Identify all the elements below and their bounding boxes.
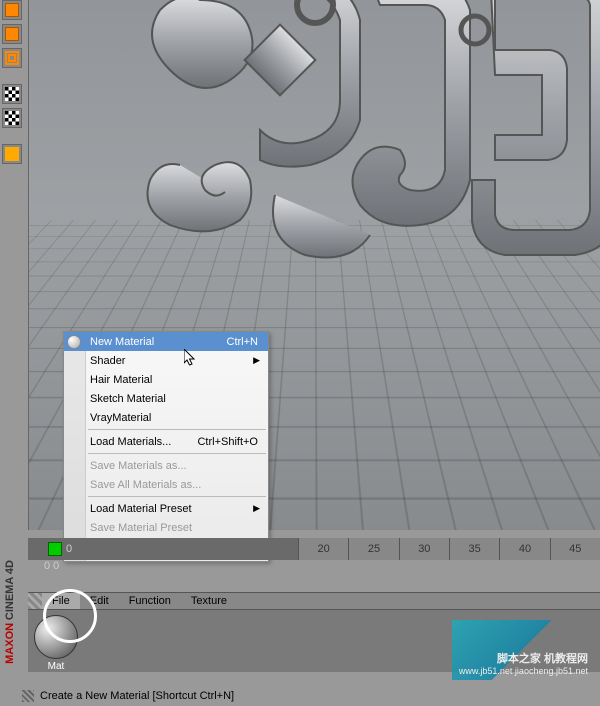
ruler-tick: 35 (449, 538, 499, 560)
brand-vertical: MAXON CINEMA 4D (4, 560, 16, 664)
menu-shortcut: Ctrl+Shift+O (197, 436, 268, 448)
status-text: Create a New Material [Shortcut Ctrl+N] (40, 690, 234, 702)
watermark-main: 脚本之家 机教程网 (497, 650, 588, 666)
checker-icon (5, 87, 19, 101)
menu-separator (88, 429, 266, 430)
material-preview-sphere[interactable] (34, 615, 78, 659)
menu-label: Save All Materials as... (90, 479, 268, 491)
submenu-arrow-icon: ▶ (253, 355, 260, 366)
tab-file[interactable]: File (42, 593, 80, 609)
status-bar: Create a New Material [Shortcut Ctrl+N] (0, 686, 600, 706)
material-name[interactable]: Mat (34, 661, 78, 672)
tool-button-4[interactable] (2, 84, 22, 104)
material-context-menu: New Material Ctrl+N Shader ▶ Hair Materi… (63, 331, 269, 562)
menu-load-materials[interactable]: Load Materials... Ctrl+Shift+O (64, 432, 268, 451)
submenu-arrow-icon: ▶ (253, 503, 260, 514)
square-icon (5, 27, 19, 41)
status-hatch-icon (22, 690, 34, 702)
ruler-tick: 25 (348, 538, 398, 560)
light-icon (5, 147, 19, 161)
menu-separator (88, 496, 266, 497)
menu-vray-material[interactable]: VrayMaterial (64, 408, 268, 427)
tool-button-5[interactable] (2, 108, 22, 128)
brand-cinema4d: CINEMA 4D (4, 560, 16, 620)
ruler-tick: 20 (298, 538, 348, 560)
menu-label: New Material (90, 336, 227, 348)
menu-label: Load Materials... (90, 436, 197, 448)
timeline-ruler[interactable]: 20 25 30 35 40 45 (298, 538, 600, 560)
timeline[interactable]: 0 20 25 30 35 40 45 (28, 538, 600, 560)
menu-load-material-preset[interactable]: Load Material Preset ▶ (64, 499, 268, 518)
tool-button-2[interactable] (2, 24, 22, 44)
menu-label: VrayMaterial (90, 412, 268, 424)
menu-label: Load Material Preset (90, 503, 268, 515)
tab-edit[interactable]: Edit (80, 593, 119, 609)
menu-label: Save Materials as... (90, 460, 268, 472)
watermark-sub: www.jb51.net jiaocheng.jb51.net (459, 666, 588, 676)
timeline-marker-icon[interactable] (48, 542, 62, 556)
left-toolbar (2, 0, 24, 164)
menu-save-materials-as[interactable]: Save Materials as... (64, 456, 268, 475)
watermark: 脚本之家 机教程网 www.jb51.net jiaocheng.jb51.ne… (452, 620, 592, 680)
rectangle-icon (5, 3, 19, 17)
tool-button-1[interactable] (2, 0, 22, 20)
menu-save-material-preset[interactable]: Save Material Preset (64, 518, 268, 537)
menu-label: Save Material Preset (90, 522, 268, 534)
tab-texture[interactable]: Texture (181, 593, 237, 609)
ruler-tick: 45 (550, 538, 600, 560)
menu-label: Hair Material (90, 374, 268, 386)
menu-label: Sketch Material (90, 393, 268, 405)
drag-handle-icon[interactable] (28, 593, 42, 609)
tool-button-6[interactable] (2, 144, 22, 164)
menu-sketch-material[interactable]: Sketch Material (64, 389, 268, 408)
menu-save-all-materials-as[interactable]: Save All Materials as... (64, 475, 268, 494)
tab-function[interactable]: Function (119, 593, 181, 609)
nested-box-icon (5, 51, 19, 65)
menu-label: Shader (90, 355, 268, 367)
menu-shader[interactable]: Shader ▶ (64, 351, 268, 370)
checker-icon-2 (5, 111, 19, 125)
material-manager-tabs: File Edit Function Texture (28, 593, 600, 610)
cursor-pointer-icon (184, 349, 196, 367)
timeline-range: 0 0 (44, 560, 59, 572)
tool-button-3[interactable] (2, 48, 22, 68)
menu-hair-material[interactable]: Hair Material (64, 370, 268, 389)
brand-maxon: MAXON (4, 623, 16, 664)
menu-separator (88, 453, 266, 454)
ruler-tick: 30 (399, 538, 449, 560)
menu-shortcut: Ctrl+N (227, 336, 268, 348)
ruler-tick: 40 (499, 538, 549, 560)
material-sphere-icon (67, 335, 81, 349)
ornate-3d-text (100, 0, 600, 300)
menu-new-material[interactable]: New Material Ctrl+N (64, 332, 268, 351)
timeline-frame-start: 0 (66, 543, 72, 555)
